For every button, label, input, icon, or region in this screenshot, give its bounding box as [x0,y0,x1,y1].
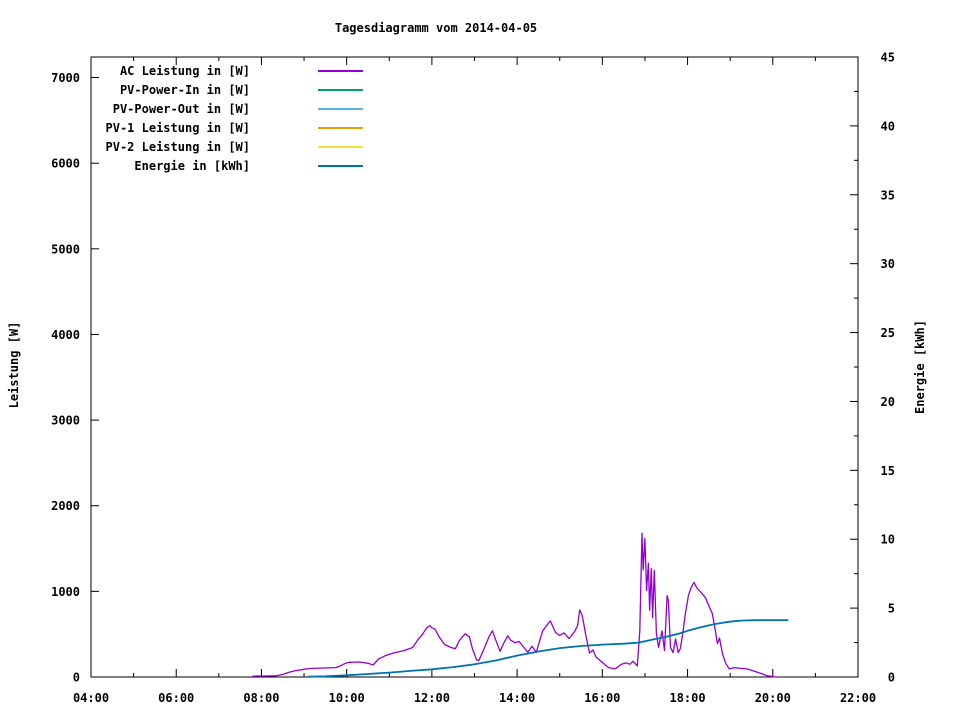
y-left-tick-label: 5000 [51,242,80,256]
series-line-energie-in-kwh [307,619,789,678]
x-tick-label: 04:00 [73,691,109,705]
x-tick-label: 10:00 [329,691,365,705]
x-tick-label: 22:00 [840,691,876,705]
y-left-tick-label: 4000 [51,328,80,342]
legend-line-swatch [318,127,363,129]
legend-line-swatch [318,146,363,148]
x-tick-label: 08:00 [243,691,279,705]
legend-item-label: PV-Power-Out in [W] [112,102,250,116]
y-left-tick-label: 6000 [51,157,80,171]
y-right-tick-label: 45 [881,51,895,65]
legend-line-swatch [318,165,363,167]
x-tick-label: 20:00 [755,691,791,705]
y-right-tick-label: 40 [881,119,895,133]
legend-item-label: Energie in [kWh] [134,159,250,173]
y-left-tick-label: 1000 [51,585,80,599]
y-left-tick-label: 3000 [51,414,80,428]
y-right-tick-label: 0 [888,671,895,685]
y-right-tick-label: 35 [881,188,895,202]
legend-line-swatch [318,70,363,72]
y-right-axis-label: Energie [kWh] [913,320,927,414]
y-right-tick-label: 25 [881,326,895,340]
y-right-tick-label: 5 [888,602,895,616]
legend-item-label: PV-Power-In in [W] [119,83,250,97]
y-left-tick-label: 7000 [51,71,80,85]
y-right-tick-label: 30 [881,257,895,271]
y-left-tick-label: 0 [73,671,80,685]
x-tick-label: 14:00 [499,691,535,705]
y-right-tick-label: 20 [881,395,895,409]
y-right-tick-label: 10 [881,533,895,547]
x-tick-label: 12:00 [414,691,450,705]
x-tick-label: 06:00 [158,691,194,705]
chart-title: Tagesdiagramm vom 2014-04-05 [334,21,538,35]
legend-line-swatch [318,108,363,110]
chart-canvas: 04:00 06:00 08:00 10:00 12:00 14:00 16:00 18:00… [0,0,960,720]
y-left-tick-label: 2000 [51,499,80,513]
legend-line-swatch [318,89,363,91]
y-left-axis-label: Leistung [W] [7,321,21,409]
x-tick-label: 16:00 [584,691,620,705]
x-tick-label: 18:00 [669,691,705,705]
legend-item-label: PV-2 Leistung in [W] [105,140,251,154]
legend-item-label: PV-1 Leistung in [W] [105,121,251,135]
legend-item-label: AC Leistung in [W] [119,64,250,78]
y-right-tick-label: 15 [881,464,895,478]
